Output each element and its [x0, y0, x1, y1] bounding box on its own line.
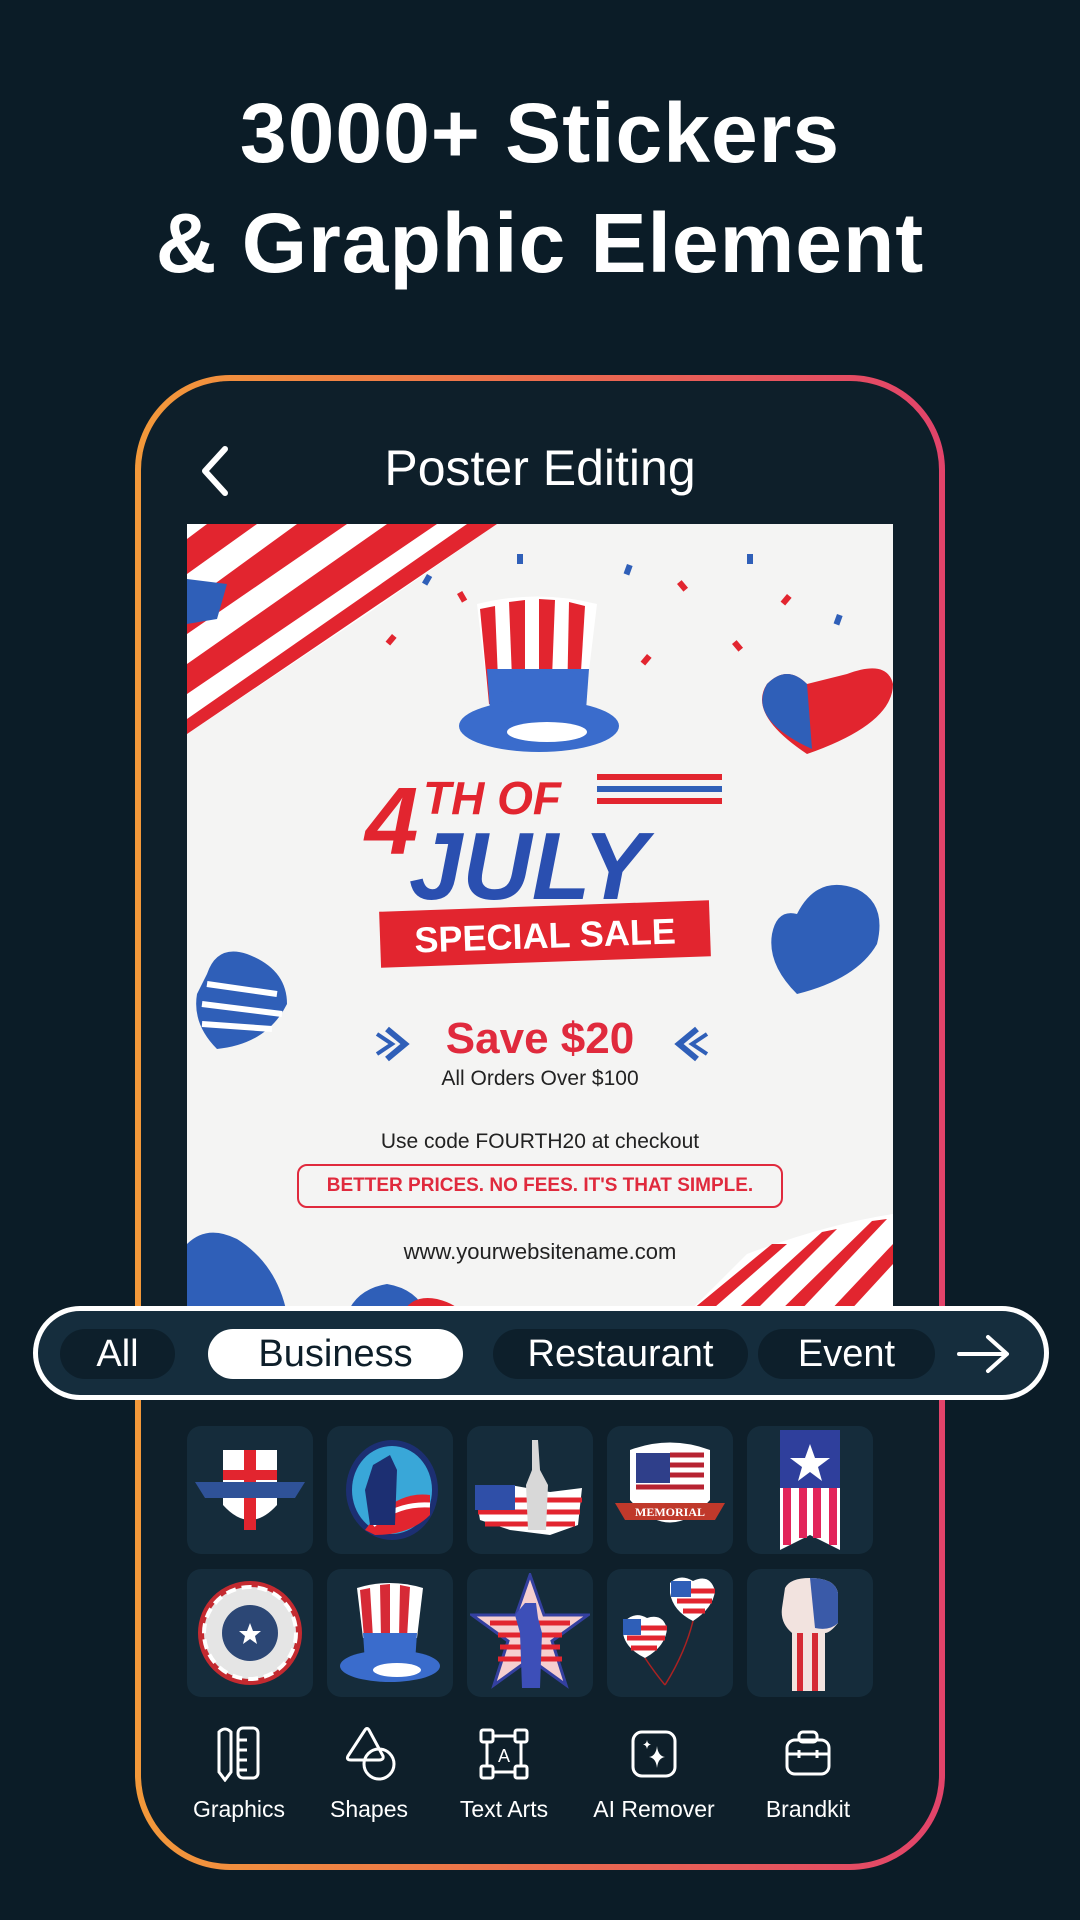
- sticker-uncle-sam-hat[interactable]: [327, 1569, 453, 1697]
- poster-orders: All Orders Over $100: [441, 1067, 639, 1090]
- headline-line-1: 3000+ Stickers: [239, 86, 841, 180]
- rosette-icon: [198, 1581, 302, 1685]
- ai-remover-icon: [631, 1730, 677, 1778]
- poster-website: www.yourwebsitename.com: [403, 1239, 677, 1264]
- text-arts-icon: A: [479, 1728, 529, 1780]
- category-chip-business[interactable]: Business: [208, 1329, 463, 1379]
- brandkit-icon: [785, 1730, 831, 1776]
- sticker-union-jack-shield[interactable]: [187, 1426, 313, 1554]
- category-chip-all[interactable]: All: [60, 1329, 175, 1379]
- sticker-memorial-day-shield[interactable]: MEMORIAL: [607, 1426, 733, 1554]
- tool-ai-remover[interactable]: AI Remover: [589, 1726, 719, 1823]
- tool-label: AI Remover: [593, 1796, 715, 1822]
- phone-frame: Poster Editing 4 TH OF JULY SPECIAL SALE…: [135, 375, 945, 1870]
- category-chip-event[interactable]: Event: [758, 1329, 935, 1379]
- headline-line-2: & Graphic Element: [155, 196, 925, 290]
- sticker-flag-heart-balloons[interactable]: [607, 1569, 733, 1697]
- category-filter-bar: All Business Restaurant Event: [33, 1306, 1049, 1400]
- sticker-flag-raised-fist[interactable]: [747, 1569, 873, 1697]
- union-jack-shield-icon: [195, 1450, 305, 1530]
- soldier-badge-icon: [346, 1440, 438, 1540]
- svg-text:A: A: [498, 1746, 510, 1766]
- fist-icon: [781, 1578, 838, 1691]
- memorial-text: MEMORIAL: [635, 1505, 705, 1519]
- confetti: [385, 554, 843, 666]
- uncle-sam-hat-graphic: [459, 596, 619, 752]
- flag-ribbon-top-left: [187, 524, 497, 734]
- top-bar: Poster Editing: [141, 429, 939, 509]
- memorial-shield-icon: MEMORIAL: [615, 1442, 725, 1523]
- arrow-right-icon: [957, 1335, 1009, 1373]
- heart-balloon-right-top: [762, 668, 893, 754]
- poster-save: Save $20: [445, 1014, 635, 1063]
- star-banner-icon: [780, 1430, 840, 1550]
- hat-icon: [340, 1583, 440, 1682]
- poster-canvas[interactable]: 4 TH OF JULY SPECIAL SALE Save $20 All O…: [187, 524, 893, 1314]
- sticker-saluting-soldier-badge[interactable]: [327, 1426, 453, 1554]
- sticker-patriotic-rosette[interactable]: [187, 1569, 313, 1697]
- next-categories-button[interactable]: [956, 1333, 1012, 1375]
- headline: 3000+ Stickers & Graphic Element: [0, 78, 1080, 298]
- heart-balloon-right-mid: [771, 884, 880, 994]
- tool-brandkit[interactable]: Brandkit: [743, 1726, 873, 1823]
- bottom-toolbar: Graphics Shapes A Text Arts AI Remover B…: [141, 1726, 939, 1846]
- shapes-icon: [345, 1727, 396, 1781]
- tool-label: Text Arts: [459, 1796, 549, 1822]
- usa-map-icon: [475, 1440, 582, 1535]
- graphics-icon: [217, 1726, 260, 1782]
- tool-shapes[interactable]: Shapes: [304, 1726, 434, 1823]
- sticker-soldier-in-star[interactable]: [467, 1569, 593, 1697]
- star-soldier-icon: [470, 1573, 590, 1689]
- tool-label: Shapes: [329, 1796, 408, 1822]
- phone-screen: Poster Editing 4 TH OF JULY SPECIAL SALE…: [141, 381, 939, 1864]
- sticker-star-flag-banner[interactable]: [747, 1426, 873, 1554]
- tool-label: Graphics: [192, 1796, 286, 1822]
- screen-title: Poster Editing: [384, 440, 696, 496]
- tool-label: Brandkit: [765, 1796, 851, 1822]
- tool-text-arts[interactable]: A Text Arts: [439, 1726, 569, 1823]
- balloons-icon: [623, 1577, 715, 1686]
- poster-code: Use code FOURTH20 at checkout: [380, 1130, 700, 1153]
- tool-graphics[interactable]: Graphics: [174, 1726, 304, 1823]
- sticker-usa-map-statue[interactable]: [467, 1426, 593, 1554]
- category-chip-restaurant[interactable]: Restaurant: [493, 1329, 748, 1379]
- poster-title: 4 TH OF JULY SPECIAL SALE: [363, 768, 722, 968]
- poster-tagline: BETTER PRICES. NO FEES. IT'S THAT SIMPLE…: [297, 1164, 783, 1208]
